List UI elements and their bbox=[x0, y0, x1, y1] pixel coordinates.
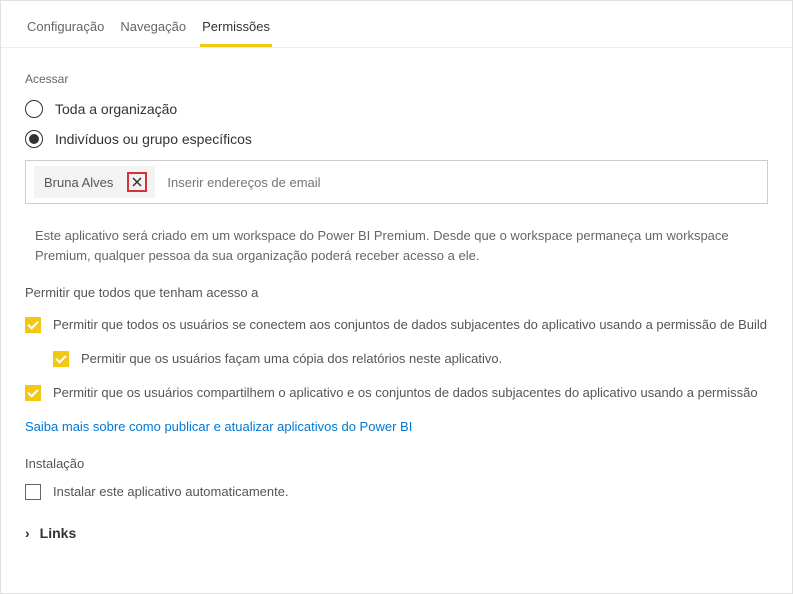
checkbox-icon bbox=[53, 351, 69, 367]
checkbox-icon bbox=[25, 484, 41, 500]
radio-label-org: Toda a organização bbox=[55, 101, 177, 117]
radio-icon bbox=[25, 130, 43, 148]
permissions-header: Permitir que todos que tenham acesso a bbox=[25, 285, 768, 300]
remove-chip-button[interactable] bbox=[127, 172, 147, 192]
chevron-right-icon: › bbox=[25, 525, 30, 541]
install-header: Instalação bbox=[25, 456, 768, 471]
radio-icon bbox=[25, 100, 43, 118]
links-label: Links bbox=[40, 525, 77, 541]
checkbox-share-app[interactable]: Permitir que os usuários compartilhem o … bbox=[25, 384, 768, 402]
radio-entire-org[interactable]: Toda a organização bbox=[25, 100, 768, 118]
checkbox-icon bbox=[25, 385, 41, 401]
checkbox-build-permission[interactable]: Permitir que todos os usuários se conect… bbox=[25, 316, 768, 334]
install-section: Instalação Instalar este aplicativo auto… bbox=[25, 456, 768, 501]
chip-name: Bruna Alves bbox=[44, 175, 113, 190]
tab-navegacao[interactable]: Navegação bbox=[118, 15, 188, 47]
checkbox-label: Permitir que os usuários compartilhem o … bbox=[53, 384, 758, 402]
checkbox-copy-reports[interactable]: Permitir que os usuários façam uma cópia… bbox=[53, 350, 768, 368]
premium-info-text: Este aplicativo será criado em um worksp… bbox=[35, 226, 768, 265]
email-input[interactable] bbox=[167, 175, 759, 190]
checkbox-icon bbox=[25, 317, 41, 333]
tabs-bar: Configuração Navegação Permissões bbox=[1, 1, 792, 48]
access-section-label: Acessar bbox=[25, 72, 768, 86]
close-icon bbox=[132, 177, 142, 187]
learn-more-link[interactable]: Saiba mais sobre como publicar e atualiz… bbox=[25, 419, 412, 434]
checkbox-label: Instalar este aplicativo automaticamente… bbox=[53, 483, 289, 501]
email-input-container[interactable]: Bruna Alves bbox=[25, 160, 768, 204]
tab-permissoes[interactable]: Permissões bbox=[200, 15, 272, 47]
radio-individuals[interactable]: Indivíduos ou grupo específicos bbox=[25, 130, 768, 148]
tab-configuracao[interactable]: Configuração bbox=[25, 15, 106, 47]
radio-label-individuals: Indivíduos ou grupo específicos bbox=[55, 131, 252, 147]
user-chip: Bruna Alves bbox=[34, 166, 155, 198]
links-expander[interactable]: › Links bbox=[25, 525, 768, 541]
checkbox-auto-install[interactable]: Instalar este aplicativo automaticamente… bbox=[25, 483, 768, 501]
content-area: Acessar Toda a organização Indivíduos ou… bbox=[1, 48, 792, 541]
checkbox-label: Permitir que todos os usuários se conect… bbox=[53, 316, 767, 334]
checkbox-label: Permitir que os usuários façam uma cópia… bbox=[81, 350, 502, 368]
